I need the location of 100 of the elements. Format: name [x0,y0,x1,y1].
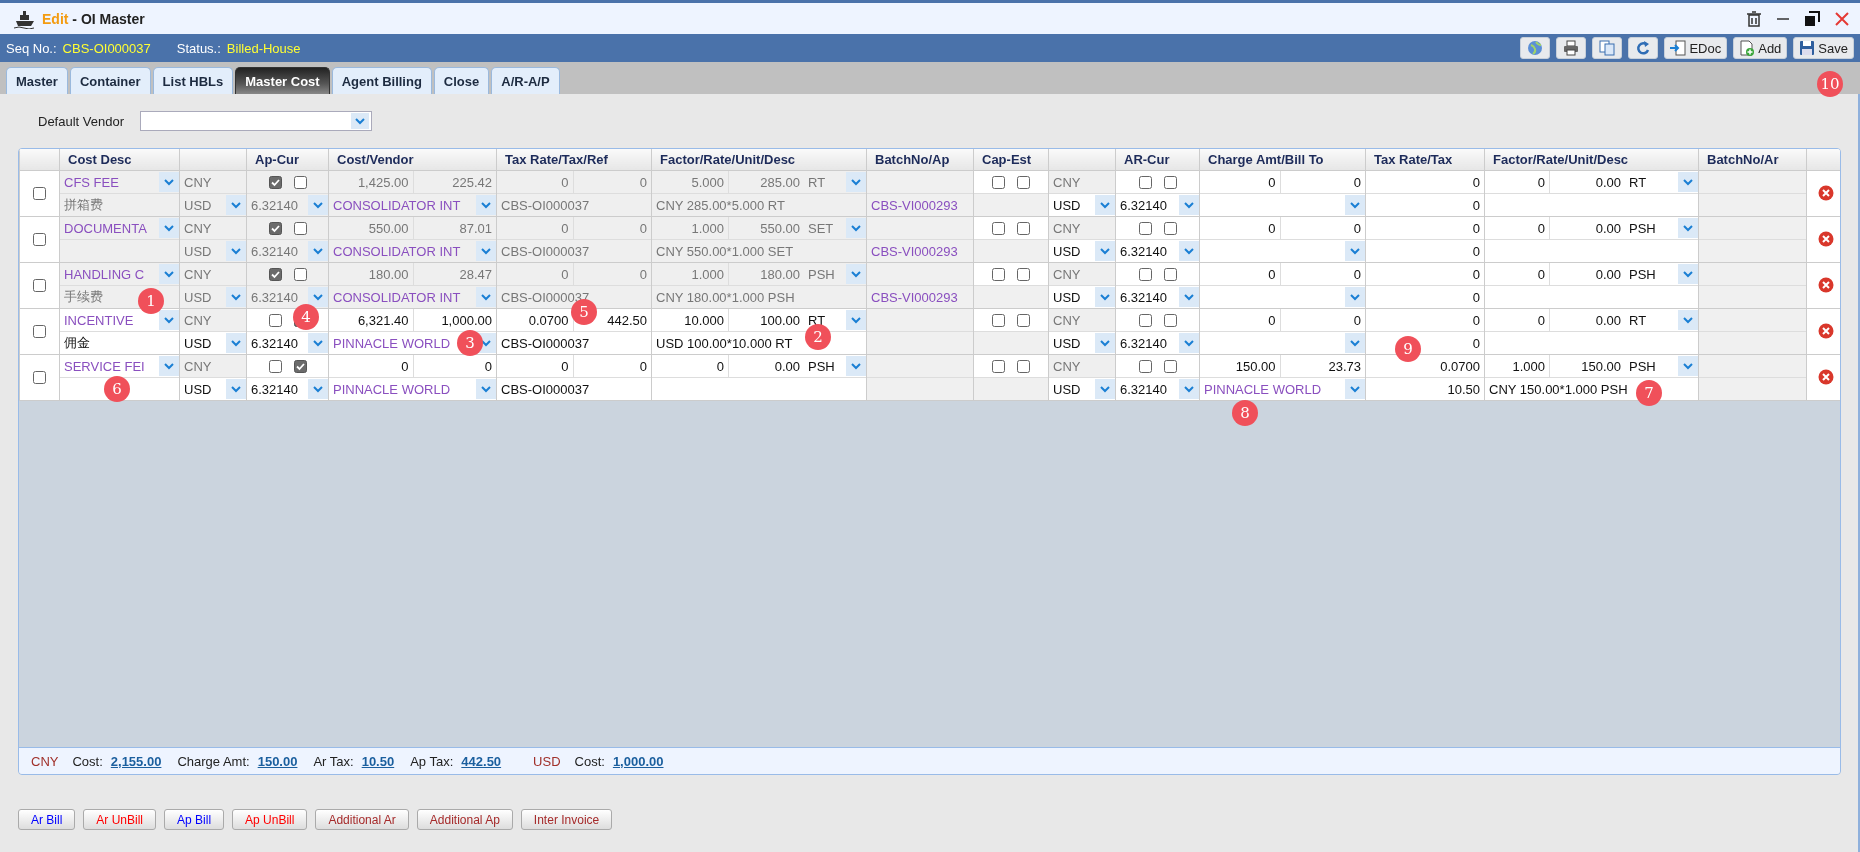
checkbox[interactable] [33,186,46,200]
tax-field[interactable]: 0 [572,171,651,193]
tab[interactable]: A/R-A/P [491,67,560,94]
checkbox[interactable] [992,175,1005,189]
tax-field[interactable]: 0 [1472,243,1480,259]
currency-dropdown[interactable]: USD [180,240,246,262]
print-button[interactable] [1556,37,1587,59]
delete-icon[interactable] [1817,185,1834,201]
checkbox[interactable] [1138,267,1152,281]
checkbox[interactable] [268,175,282,189]
vendor-dropdown[interactable]: CONSOLIDATOR INT [329,240,496,262]
amount-field[interactable]: 0 [1353,174,1361,190]
amount-field[interactable]: 0 [401,358,409,374]
copy-button[interactable] [1592,37,1623,59]
unit-dropdown[interactable]: PSH [804,263,866,285]
total-link[interactable]: 442.50 [461,753,502,769]
action-button[interactable]: Ap Bill [164,809,225,830]
rate-field[interactable]: 0.00 [1595,312,1621,328]
checkbox[interactable] [293,175,307,189]
exchange-rate-dropdown[interactable]: 6.32140 [247,240,328,262]
checkbox[interactable] [268,221,282,235]
checkbox[interactable] [1017,359,1030,373]
currency-dropdown[interactable]: USD [180,194,246,216]
tax-field[interactable]: 10.50 [1447,381,1480,397]
tax-field[interactable]: 442.50 [607,312,647,328]
amount-field[interactable]: 0 [1268,220,1276,236]
amount-field[interactable]: 28.47 [412,263,496,285]
tab[interactable]: Close [433,67,490,94]
tab[interactable]: Master [6,67,68,94]
factor-field[interactable]: 1.000 [1512,358,1545,374]
rate-field[interactable]: 0.00 [774,358,800,374]
batch-link[interactable]: CBS-VI000293 [867,194,973,216]
checkbox[interactable] [992,221,1005,235]
save-button[interactable]: Save [1793,37,1854,59]
tab[interactable]: Container [69,67,151,94]
rate-field[interactable]: 180.00 [728,263,804,285]
action-button[interactable]: Additional Ap [416,809,513,830]
rate-field[interactable]: 150.00 [1581,358,1621,374]
cost-desc-dropdown[interactable]: DOCUMENTA [60,217,179,239]
factor-field[interactable]: 0 [1537,312,1545,328]
tab[interactable]: List HBLs [152,67,234,94]
tax-rate-field[interactable]: 0 [1472,266,1480,282]
amount-field[interactable]: 0 [1353,266,1361,282]
checkbox[interactable] [33,232,46,246]
amount-field[interactable]: 6,321.40 [357,312,409,328]
rate-field[interactable]: 100.00 [760,312,800,328]
amount-field[interactable]: 180.00 [329,263,413,285]
rate-field[interactable]: 0.00 [1595,266,1621,282]
total-link[interactable]: 10.50 [361,753,395,769]
checkbox[interactable] [293,221,307,235]
cost-desc-dropdown[interactable]: HANDLING C [60,263,179,285]
tax-rate-field[interactable]: 0 [497,263,573,285]
vendor-dropdown[interactable]: CONSOLIDATOR INT [329,286,496,308]
tax-rate-field[interactable]: 0.0700 [1440,358,1480,374]
tax-field[interactable]: 0 [1472,335,1480,351]
amount-field[interactable]: 0 [1353,312,1361,328]
tax-field[interactable]: 0 [1472,289,1480,305]
exchange-rate-dropdown[interactable]: 6.32140 [247,194,328,216]
amount-field[interactable]: 0 [1268,266,1276,282]
rate-field[interactable]: 550.00 [728,217,804,239]
edoc-button[interactable]: EDoc [1664,37,1728,59]
delete-icon[interactable] [1817,277,1834,293]
tax-field[interactable]: 0 [572,263,651,285]
globe-button[interactable] [1520,37,1551,59]
checkbox[interactable] [1138,175,1152,189]
checkbox[interactable] [1163,175,1177,189]
amount-field[interactable]: 150.00 [1235,358,1276,374]
checkbox[interactable] [992,313,1005,327]
amount-field[interactable]: 23.73 [1328,358,1361,374]
checkbox[interactable] [1017,313,1030,327]
factor-field[interactable]: 5.000 [652,171,728,193]
trash-icon[interactable] [1746,10,1762,27]
checkbox[interactable] [1163,359,1177,373]
checkbox[interactable] [1017,175,1030,189]
rate-field[interactable]: 0.00 [1595,174,1621,190]
amount-field[interactable]: 1,000.00 [441,312,492,328]
factor-field[interactable]: 10.000 [684,312,724,328]
factor-field[interactable]: 0 [1537,266,1545,282]
unit-dropdown[interactable]: SET [804,217,866,239]
checkbox[interactable] [1017,221,1030,235]
amount-field[interactable]: 1,425.00 [329,171,413,193]
close-icon[interactable] [1834,10,1850,27]
amount-field[interactable]: 0 [1353,220,1361,236]
factor-field[interactable]: 0 [1537,220,1545,236]
dropdown-button[interactable] [1345,333,1365,353]
total-link[interactable]: 150.00 [257,753,298,769]
unit-dropdown[interactable]: RT [804,171,866,193]
checkbox[interactable] [268,267,282,281]
tax-rate-field[interactable]: 0 [1472,174,1480,190]
action-button[interactable]: Ar Bill [18,809,76,830]
checkbox[interactable] [33,324,46,338]
tax-rate-field[interactable]: 0 [1472,220,1480,236]
checkbox[interactable] [1138,221,1152,235]
add-button[interactable]: Add [1733,37,1788,59]
total-link[interactable]: 2,155.00 [110,753,162,769]
checkbox[interactable] [268,359,282,373]
checkbox[interactable] [1163,267,1177,281]
factor-field[interactable]: 0 [1537,174,1545,190]
batch-link[interactable]: CBS-VI000293 [867,240,973,262]
amount-field[interactable]: 87.01 [412,217,496,239]
